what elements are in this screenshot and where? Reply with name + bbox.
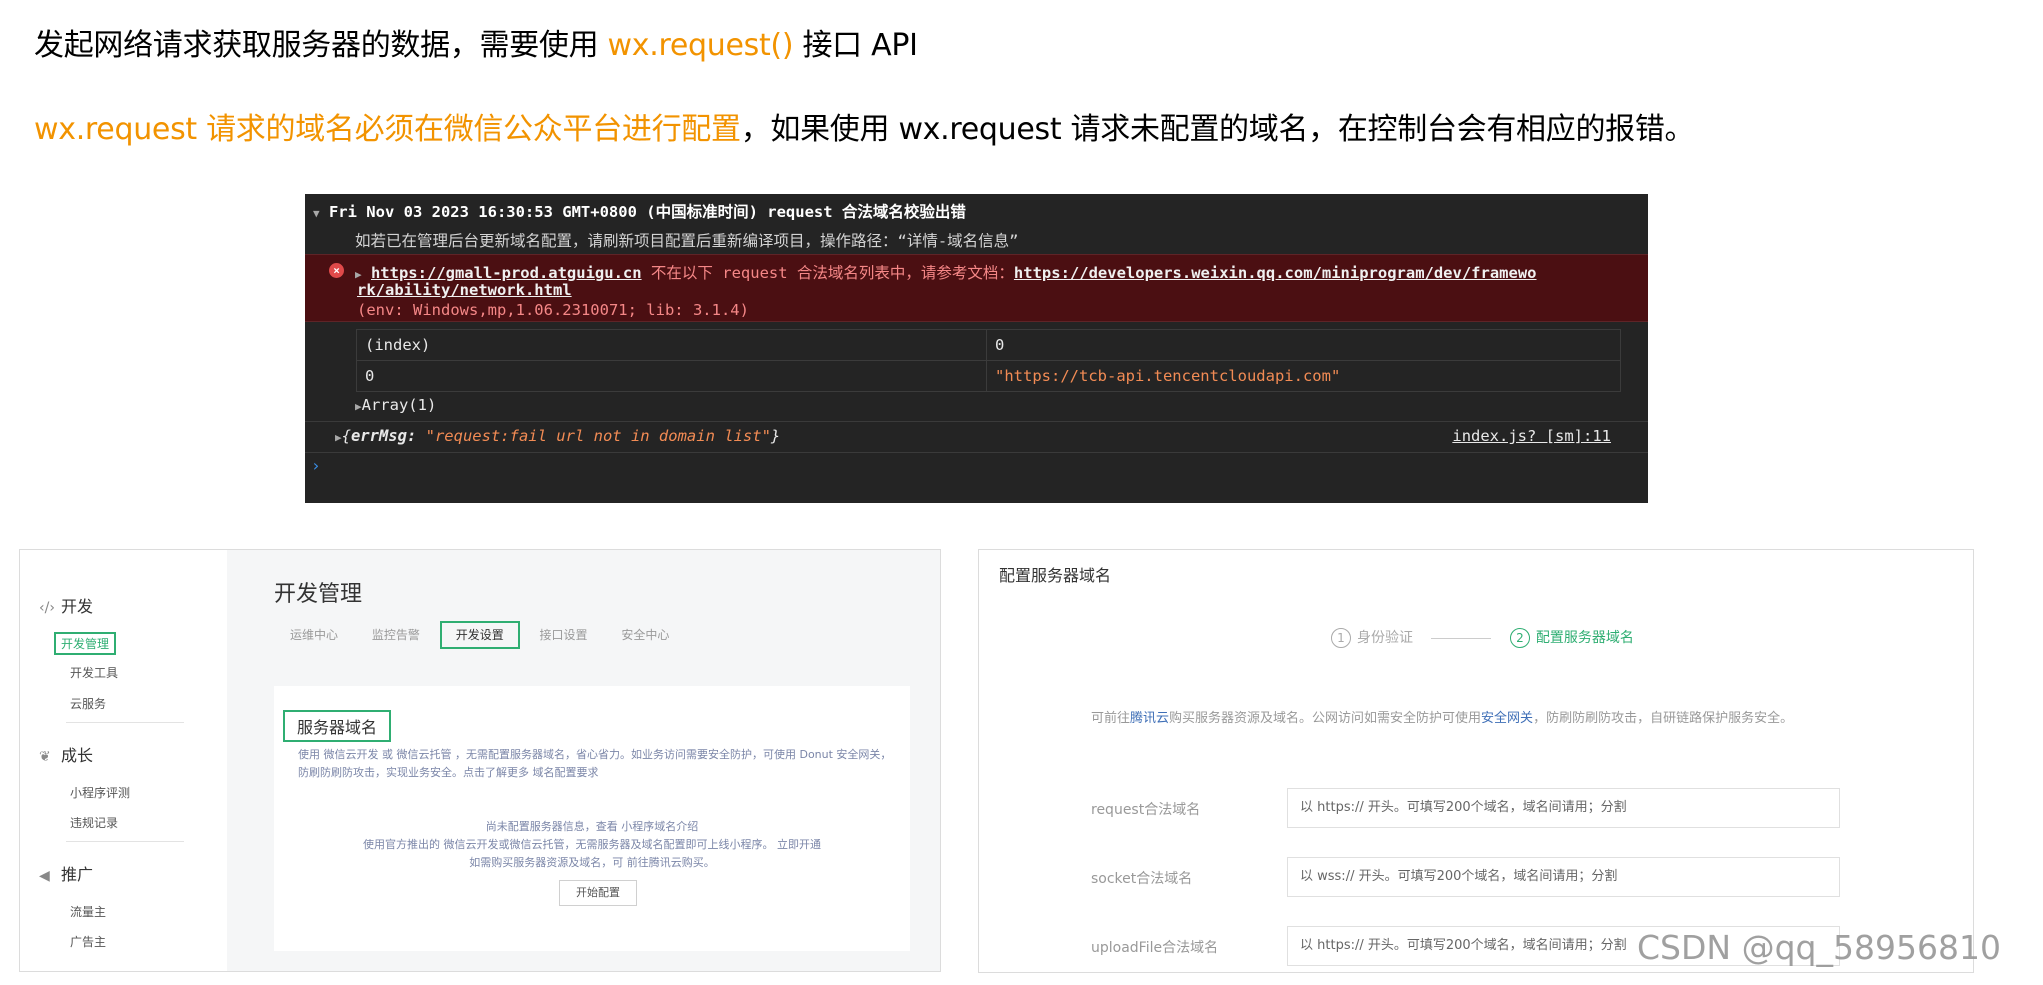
admin-dev-management-panel: ‹/› 开发 开发管理 开发工具 云服务 ❦ 成长 小程序评测 违规记录 ◀ 推广 流…	[19, 549, 941, 972]
error-doc-link-cont[interactable]: rk/ability/network.html	[357, 281, 572, 299]
security-gateway-link[interactable]: 安全网关	[1481, 711, 1533, 726]
intro-text-suffix: 接口 API	[793, 28, 918, 63]
sidebar-section-dev[interactable]: ‹/› 开发	[39, 593, 93, 617]
request-domain-input[interactable]: 以 https:// 开头。可填写200个域名，域名间请用；分割	[1287, 788, 1840, 828]
section-label: 成长	[61, 746, 94, 765]
table-cell: "https://tcb-api.tencentcloudapi.com"	[986, 360, 1621, 392]
divider	[66, 841, 184, 842]
step-number: 1	[1331, 628, 1351, 648]
divider	[305, 452, 1648, 453]
error-object[interactable]: ▶{errMsg: "request:fail url not in domai…	[335, 427, 1648, 445]
domain-config-note: wx.request 请求的域名必须在微信公众平台进行配置	[34, 112, 741, 147]
expand-triangle-icon[interactable]: ▶	[335, 431, 342, 444]
empty-state-text: 尚未配置服务器信息，查看 小程序域名介绍	[485, 820, 699, 833]
console-prompt-icon[interactable]: ›	[311, 456, 321, 475]
api-name: wx.request()	[607, 28, 794, 63]
section-label: 开发	[61, 597, 94, 616]
start-config-button[interactable]: 开始配置	[559, 880, 637, 906]
step-identity: 1 身份验证	[1331, 628, 1413, 648]
uploadfile-domain-label: uploadFile合法域名	[1091, 940, 1219, 956]
tab-security[interactable]: 安全中心	[621, 628, 669, 642]
desc-text: 购买服务器资源及域名。公网访问如需安全防护可使用	[1169, 711, 1482, 726]
request-domain-label: request合法域名	[1091, 802, 1201, 818]
source-link[interactable]: index.js? [sm]:11	[1452, 427, 1611, 445]
megaphone-icon: ◀	[39, 868, 50, 884]
error-icon: ×	[329, 263, 344, 278]
desc-text: 可前往	[1091, 711, 1131, 726]
section-label: 推广	[61, 865, 94, 884]
table-header-cell: 0	[986, 329, 1621, 361]
object-key: errMsg:	[350, 427, 417, 445]
growth-icon: ❦	[39, 749, 51, 765]
sidebar-item-traffic[interactable]: 流量主	[70, 903, 106, 920]
desc-text: ，防刷防刷防攻击，自研链路保护服务安全。	[1533, 711, 1794, 726]
card-title: 服务器域名	[283, 710, 392, 742]
step-config-domain: 2 配置服务器域名	[1509, 628, 1634, 648]
tab-api-settings[interactable]: 接口设置	[540, 628, 588, 642]
error-url-link[interactable]: https://gmall-prod.atguigu.cn	[371, 264, 642, 282]
array-label: Array(1)	[361, 396, 437, 414]
sidebar-section-promo[interactable]: ◀ 推广	[39, 861, 93, 885]
sidebar-item-dev-management[interactable]: 开发管理	[54, 632, 117, 655]
step-label: 身份验证	[1357, 630, 1413, 646]
server-domain-config-panel: 配置服务器域名 1 身份验证 2 配置服务器域名 可前往腾讯云购买服务器资源及域名。…	[978, 549, 1974, 973]
error-text: 不在以下 request 合法域名列表中，请参考文档：	[641, 264, 1014, 282]
table-header-cell: (index)	[356, 329, 987, 361]
tab-dev-settings[interactable]: 开发设置	[439, 621, 520, 649]
divider	[66, 722, 184, 723]
sidebar-item-ads[interactable]: 广告主	[70, 933, 106, 950]
page-title: 开发管理	[274, 582, 363, 607]
empty-state-text: 使用官方推出的 微信云开发或微信云托管，无需服务器及域名配置即可上线小程序。 立…	[363, 838, 821, 851]
socket-domain-input[interactable]: 以 wss:// 开头。可填写200个域名，域名间请用；分割	[1287, 857, 1840, 897]
intro-text: 发起网络请求获取服务器的数据，需要使用	[34, 28, 608, 63]
sidebar: ‹/› 开发 开发管理 开发工具 云服务 ❦ 成长 小程序评测 违规记录 ◀ 推广 流…	[20, 550, 227, 971]
brace: {	[341, 427, 351, 445]
error-env-info: (env: Windows,mp,1.06.2310071; lib: 3.1.…	[357, 301, 749, 319]
table-cell: 0	[356, 360, 987, 392]
expand-triangle-icon[interactable]: ▶	[355, 268, 362, 281]
console-group-header[interactable]: ▼ Fri Nov 03 2023 16:30:53 GMT+0800 (中国标…	[313, 200, 1648, 222]
console-error-message: × ▶ https://gmall-prod.atguigu.cn 不在以下 r…	[305, 254, 1648, 322]
card-description: 使用 微信云开发 或 微信云托管 ，无需配置服务器域名，省心省力。如业务访问需要…	[298, 748, 892, 779]
empty-state-text: 如需购买服务器资源及域名，可 前往腾讯云购买。	[469, 856, 715, 869]
brace: }	[770, 427, 781, 445]
sidebar-item-cloud[interactable]: 云服务	[70, 695, 106, 712]
console-table: (index) 0 0 "https://tcb-api.tencentclouda…	[356, 329, 1621, 392]
console-header-text: Fri Nov 03 2023 16:30:53 GMT+0800 (中国标准时…	[328, 203, 966, 221]
config-description: 可前往腾讯云购买服务器资源及域名。公网访问如需安全防护可使用安全网关，防刷防刷防…	[1091, 707, 1851, 731]
tab-bar: 运维中心 监控告警 开发设置 接口设置 安全中心	[290, 621, 699, 649]
panel-title: 配置服务器域名	[999, 566, 1112, 585]
sidebar-section-growth[interactable]: ❦ 成长	[39, 742, 93, 766]
error-doc-link[interactable]: https://developers.weixin.qq.com/minipro…	[1014, 264, 1537, 282]
sidebar-item-dev-tools[interactable]: 开发工具	[70, 664, 118, 681]
intro-line-2: wx.request 请求的域名必须在微信公众平台进行配置，如果使用 wx.re…	[34, 104, 1695, 148]
sidebar-item-evaluation[interactable]: 小程序评测	[70, 784, 130, 801]
intro-text-rest: ，如果使用 wx.request 请求未配置的域名，在控制台会有相应的报错。	[740, 112, 1695, 147]
step-label: 配置服务器域名	[1535, 630, 1634, 646]
expand-triangle-icon[interactable]: ▶	[355, 400, 362, 413]
socket-domain-label: socket合法域名	[1091, 871, 1193, 887]
table-row: (index) 0	[356, 329, 1621, 361]
tencent-cloud-link[interactable]: 腾讯云	[1130, 711, 1169, 726]
intro-line-1: 发起网络请求获取服务器的数据，需要使用 wx.request() 接口 API	[34, 20, 918, 64]
table-row: 0 "https://tcb-api.tencentcloudapi.com"	[356, 360, 1621, 392]
tab-ops[interactable]: 运维中心	[290, 628, 338, 642]
sidebar-item-violations[interactable]: 违规记录	[70, 814, 118, 831]
divider	[305, 421, 1648, 422]
collapse-triangle-icon[interactable]: ▼	[313, 207, 320, 220]
step-number: 2	[1509, 628, 1530, 648]
console-info-message: 如若已在管理后台更新域名配置，请刷新项目配置后重新编译项目，操作路径：“详情-域…	[355, 232, 1019, 250]
server-domain-card: 服务器域名 使用 微信云开发 或 微信云托管 ，无需配置服务器域名，省心省力。如…	[274, 686, 910, 951]
code-icon: ‹/›	[39, 600, 55, 616]
object-value: "request:fail url not in domain list"	[425, 427, 771, 445]
tab-monitor[interactable]: 监控告警	[372, 628, 420, 642]
stepper: 1 身份验证 2 配置服务器域名	[1331, 627, 1634, 648]
devtools-console: ▼ Fri Nov 03 2023 16:30:53 GMT+0800 (中国标…	[305, 194, 1648, 503]
step-connector	[1431, 637, 1492, 639]
array-expander[interactable]: ▶Array(1)	[355, 396, 1648, 414]
watermark: CSDN @qq_58956810	[1637, 928, 2001, 967]
